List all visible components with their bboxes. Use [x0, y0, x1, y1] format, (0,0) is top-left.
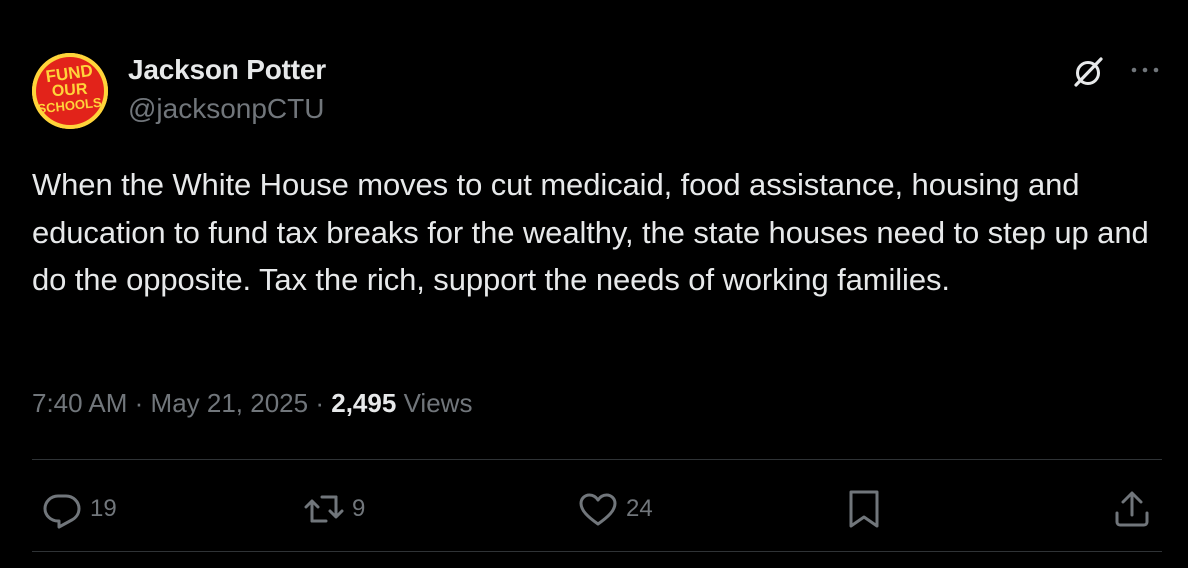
- tweet-card: FUND OUR SCHOOLS Jackson Potter @jackson…: [0, 0, 1188, 568]
- like-button[interactable]: 24: [576, 487, 653, 531]
- share-icon: [1115, 491, 1149, 527]
- more-icon[interactable]: [1125, 54, 1165, 86]
- tweet-text: When the White House moves to cut medica…: [32, 167, 1149, 297]
- bookmark-button[interactable]: [844, 487, 884, 531]
- avatar-logo: FUND OUR SCHOOLS: [32, 53, 108, 129]
- divider: [32, 459, 1162, 460]
- repost-count: 9: [352, 495, 366, 522]
- like-count: 24: [626, 495, 653, 522]
- share-button[interactable]: [1110, 487, 1154, 531]
- author-name[interactable]: Jackson Potter: [128, 54, 326, 86]
- heart-icon: [579, 493, 617, 526]
- grok-icon[interactable]: [1071, 54, 1107, 90]
- reply-count: 19: [90, 495, 117, 522]
- repost-button[interactable]: 9: [302, 487, 365, 531]
- author-handle[interactable]: @jacksonpCTU: [128, 93, 324, 125]
- views-count: 2,495: [331, 388, 397, 418]
- tweet-date[interactable]: May 21, 2025: [151, 388, 309, 418]
- reply-button[interactable]: 19: [40, 487, 117, 531]
- views-label: Views: [403, 388, 473, 418]
- avatar[interactable]: FUND OUR SCHOOLS: [32, 53, 108, 129]
- meta-separator: ·: [134, 388, 144, 418]
- tweet-time[interactable]: 7:40 AM: [32, 388, 127, 418]
- tweet-meta: 7:40 AM · May 21, 2025 · 2,495 Views: [32, 388, 472, 419]
- divider: [32, 551, 1162, 552]
- meta-separator: ·: [315, 388, 325, 418]
- bookmark-icon: [849, 490, 879, 528]
- repost-icon: [304, 495, 344, 523]
- reply-icon: [43, 494, 81, 529]
